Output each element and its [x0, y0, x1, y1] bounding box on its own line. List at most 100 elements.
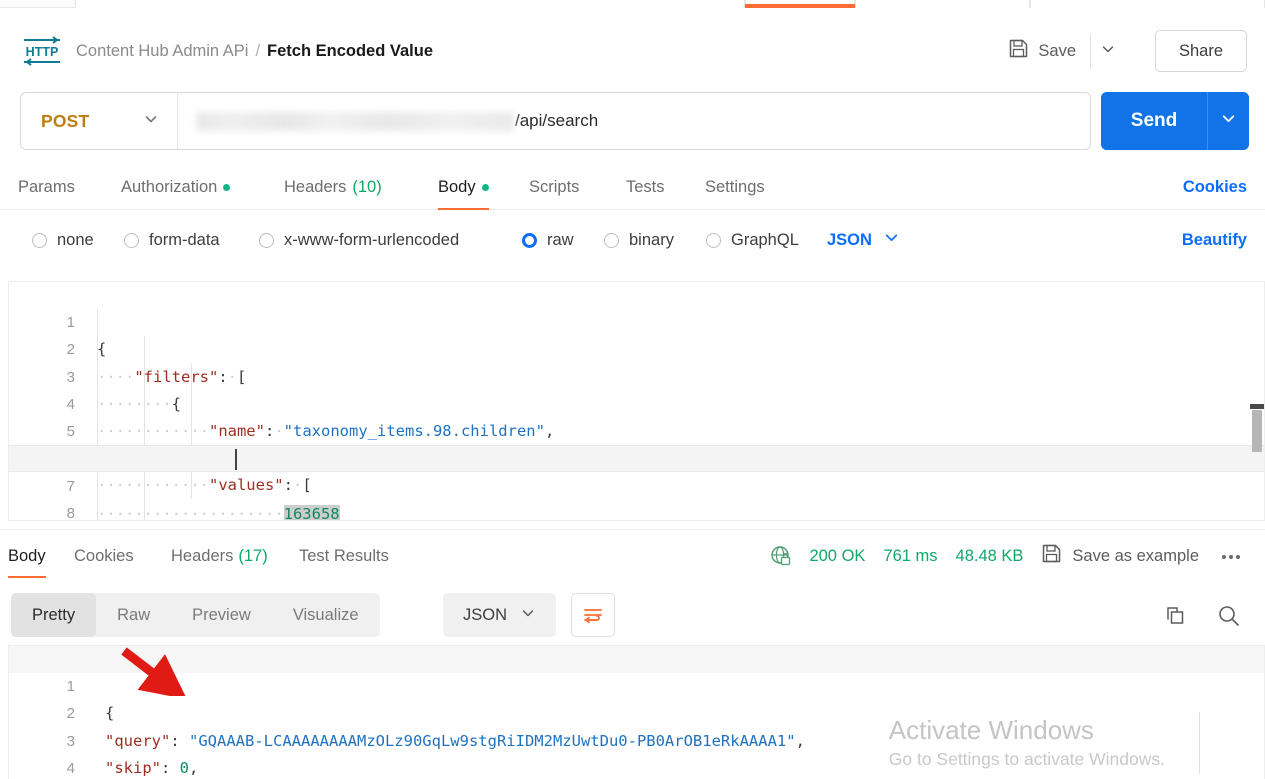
body-language-label: JSON [827, 230, 872, 249]
scrollbar-marker [1250, 404, 1264, 409]
save-as-example-button[interactable]: Save as example [1041, 543, 1199, 569]
url-path: /api/search [515, 111, 599, 130]
tab-scripts[interactable]: Scripts [529, 164, 579, 210]
save-as-example-label: Save as example [1072, 546, 1199, 565]
code-line: 5 "totalItemCount": 6864 [9, 755, 1264, 779]
url-host-blurred [196, 111, 514, 131]
request-body-editor[interactable]: 1 { 2 ····"filters":·[ 3 ········{ 4 ···… [8, 281, 1265, 521]
editor-scrollbar[interactable] [1250, 282, 1264, 520]
tab-body[interactable]: Body [438, 164, 489, 210]
body-type-graphql[interactable]: GraphQL [706, 213, 799, 267]
scrollbar-thumb[interactable] [1252, 410, 1262, 452]
search-icon[interactable] [1213, 600, 1245, 632]
radio-icon [124, 232, 139, 248]
response-language-select[interactable]: JSON [443, 593, 556, 637]
url-bar: POST /api/search [20, 92, 1091, 150]
view-visualize[interactable]: Visualize [272, 593, 380, 637]
response-tab-test-results[interactable]: Test Results [299, 530, 389, 582]
copy-icon[interactable] [1159, 600, 1191, 632]
word-wrap-icon[interactable] [571, 593, 615, 637]
view-visualize-label: Visualize [292, 605, 359, 624]
response-tab-headers-label: Headers [171, 546, 234, 565]
response-format-toolbar: Pretty Raw Preview Visualize JSON [0, 590, 1265, 642]
code-line: 4 ············"name":·"taxonomy_items.98… [9, 364, 1264, 440]
body-type-raw[interactable]: raw [522, 213, 574, 267]
chevron-down-icon [883, 229, 900, 251]
body-type-none[interactable]: none [32, 213, 94, 267]
body-language-select[interactable]: JSON [827, 213, 900, 267]
code-line: 1 { [9, 282, 1264, 358]
send-label: Send [1130, 110, 1178, 131]
body-type-raw-label: raw [547, 230, 574, 249]
workspace-tab[interactable] [1030, 0, 1265, 8]
workspace-tab[interactable] [855, 0, 1030, 8]
response-tab-cookies[interactable]: Cookies [74, 530, 134, 582]
http-method-label: POST [41, 110, 90, 131]
body-type-binary[interactable]: binary [604, 213, 674, 267]
tab-scripts-label: Scripts [529, 177, 580, 196]
response-tab-test-results-label: Test Results [299, 546, 389, 565]
send-options-caret[interactable] [1207, 92, 1249, 150]
response-tab-body-label: Body [8, 546, 46, 565]
radio-icon [32, 232, 47, 248]
body-type-form-data-label: form-data [149, 230, 220, 249]
svg-text:HTTP: HTTP [26, 45, 59, 59]
tab-authorization[interactable]: Authorization [121, 164, 231, 210]
breadcrumb-collection[interactable]: Content Hub Admin APi [76, 42, 248, 60]
view-pretty-label: Pretty [32, 605, 76, 624]
url-row: POST /api/search Send [0, 92, 1265, 150]
body-status-dot [481, 183, 489, 191]
response-body-viewer[interactable]: 1 { 2 "query": "GQAAAB-LCAAAAAAAAMzOLz90… [8, 645, 1265, 779]
ellipsis-icon[interactable] [1215, 548, 1247, 565]
code-line: 9 ········} [9, 500, 1264, 521]
cookies-link[interactable]: Cookies [1183, 164, 1247, 210]
response-tab-headers[interactable]: Headers (17) [171, 530, 268, 582]
beautify-button[interactable]: Beautify [1182, 213, 1247, 267]
code-line: 2 "query": "GQAAAB-LCAAAAAAAAMzOLz90GqLw… [9, 673, 1264, 749]
response-tab-body[interactable]: Body [8, 530, 46, 582]
code-line: 2 ····"filters":·[ [9, 309, 1264, 385]
radio-icon-selected [522, 232, 537, 248]
save-button[interactable]: Save [1004, 34, 1080, 68]
url-input[interactable]: /api/search [178, 93, 1090, 149]
radio-icon [259, 232, 274, 248]
tab-active-indicator [438, 207, 489, 210]
send-button-group: Send [1101, 92, 1249, 150]
body-type-form-data[interactable]: form-data [124, 213, 220, 267]
view-pretty[interactable]: Pretty [11, 593, 97, 637]
code-line: 6 ············"values":·[ [9, 418, 1264, 494]
breadcrumb[interactable]: Content Hub Admin APi / Fetch Encoded Valu… [76, 39, 433, 63]
tab-params[interactable]: Params [18, 164, 75, 210]
workspace-tab[interactable] [75, 0, 745, 8]
tab-active-indicator [8, 575, 46, 578]
save-options-caret[interactable] [1090, 34, 1124, 68]
view-preview[interactable]: Preview [171, 593, 272, 637]
globe-lock-icon[interactable] [769, 544, 793, 568]
body-type-none-label: none [57, 230, 94, 249]
tab-tests[interactable]: Tests [626, 164, 665, 210]
response-tab-cookies-label: Cookies [74, 546, 134, 565]
response-status-bar: Body Cookies Headers (17) Test Results 2… [0, 529, 1265, 581]
watermark-divider [1199, 712, 1200, 774]
save-label: Save [1038, 41, 1076, 60]
http-icon: HTTP [20, 36, 64, 66]
http-method-select[interactable]: POST [21, 93, 178, 149]
cookies-label: Cookies [1182, 177, 1247, 196]
code-line-highlighted: 7 ····················163658 [9, 445, 1264, 520]
response-status: 200 OK [809, 546, 866, 565]
view-raw[interactable]: Raw [96, 593, 171, 637]
tab-params-label: Params [18, 177, 75, 196]
body-type-urlencoded[interactable]: x-www-form-urlencoded [259, 213, 459, 267]
share-label: Share [1178, 41, 1224, 60]
text-cursor [235, 449, 237, 471]
send-button[interactable]: Send [1101, 92, 1207, 150]
code-line: 8 ············] [9, 472, 1264, 520]
tab-headers-count: (10) [352, 177, 382, 196]
share-button[interactable]: Share [1155, 30, 1247, 72]
radio-icon [706, 232, 721, 248]
body-type-binary-label: binary [629, 230, 674, 249]
tab-headers[interactable]: Headers (10) [284, 164, 382, 210]
tab-settings[interactable]: Settings [705, 164, 765, 210]
code-line: 5 ············"operator":·"FacetEquals", [9, 391, 1264, 467]
tab-authorization-label: Authorization [121, 177, 218, 196]
